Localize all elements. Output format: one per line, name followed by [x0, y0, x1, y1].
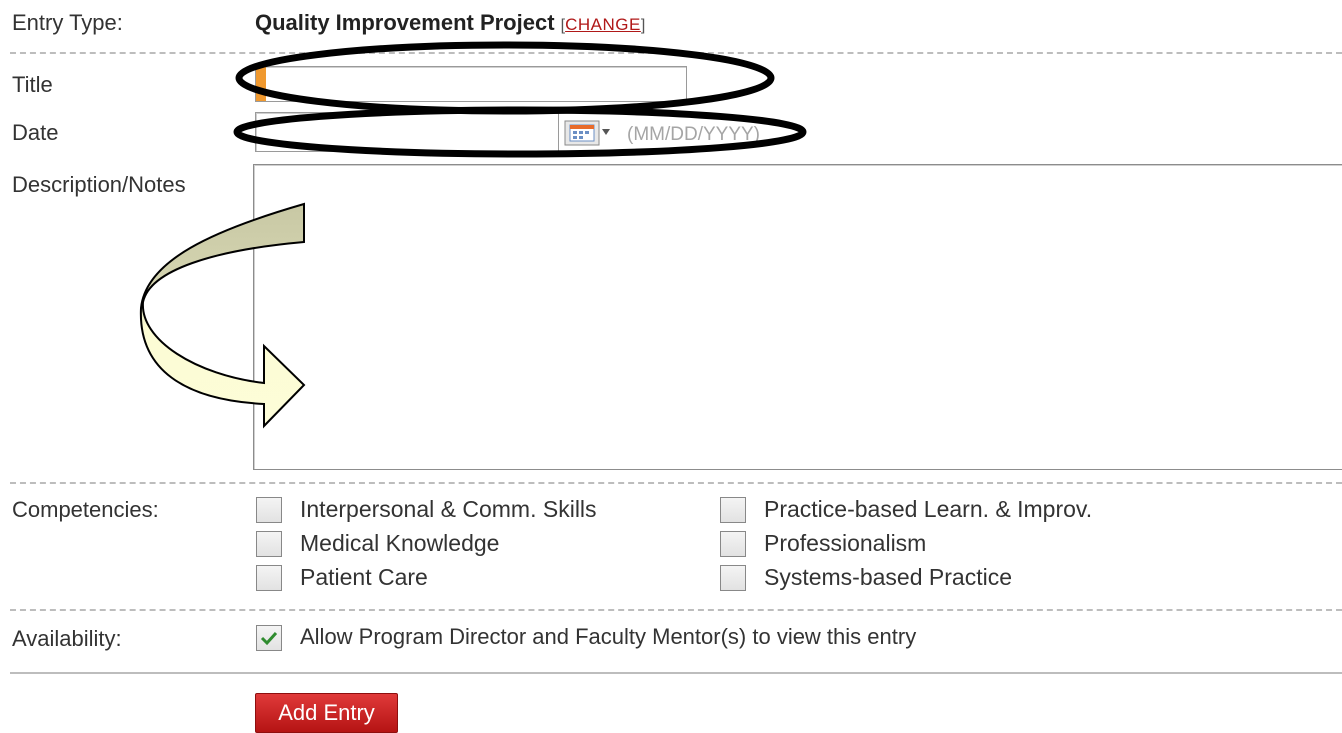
checkbox-label-practice-based: Practice-based Learn. & Improv. [764, 496, 1093, 522]
checkbox-label-interpersonal: Interpersonal & Comm. Skills [300, 496, 597, 522]
checkbox-practice-based[interactable] [720, 497, 746, 523]
checkbox-label-patient-care: Patient Care [300, 564, 428, 590]
competencies-label: Competencies: [12, 497, 159, 522]
checkbox-label-professionalism: Professionalism [764, 530, 927, 556]
divider [10, 52, 1342, 54]
date-input[interactable] [255, 112, 559, 152]
checkbox-availability[interactable] [256, 625, 282, 651]
title-input[interactable] [255, 66, 687, 102]
entry-type-name: Quality Improvement Project [255, 10, 555, 35]
checkbox-medical-knowledge[interactable] [256, 531, 282, 557]
change-bracket-close: ] [640, 17, 646, 34]
divider [10, 609, 1342, 611]
checkbox-patient-care[interactable] [256, 565, 282, 591]
change-link[interactable]: CHANGE [565, 15, 641, 34]
checkbox-professionalism[interactable] [720, 531, 746, 557]
entry-type-value: Quality Improvement Project [CHANGE] [255, 10, 645, 36]
availability-label: Availability: [12, 626, 122, 651]
checkbox-systems-based[interactable] [720, 565, 746, 591]
description-textarea[interactable] [253, 164, 1342, 470]
add-entry-button[interactable]: Add Entry [255, 693, 398, 733]
entry-type-label: Entry Type: [12, 10, 123, 35]
checkbox-label-systems-based: Systems-based Practice [764, 564, 1012, 590]
checkbox-label-medical-knowledge: Medical Knowledge [300, 530, 500, 556]
calendar-icon[interactable] [564, 120, 614, 146]
divider [10, 482, 1342, 484]
date-format-hint: (MM/DD/YYYY) [627, 124, 760, 145]
date-label: Date [12, 120, 59, 145]
divider [10, 672, 1342, 674]
focus-indicator [256, 67, 266, 101]
checkmark-icon [260, 631, 278, 646]
checkbox-label-availability: Allow Program Director and Faculty Mento… [300, 624, 917, 649]
description-label: Description/Notes [12, 172, 186, 197]
checkbox-interpersonal[interactable] [256, 497, 282, 523]
title-label: Title [12, 72, 53, 97]
